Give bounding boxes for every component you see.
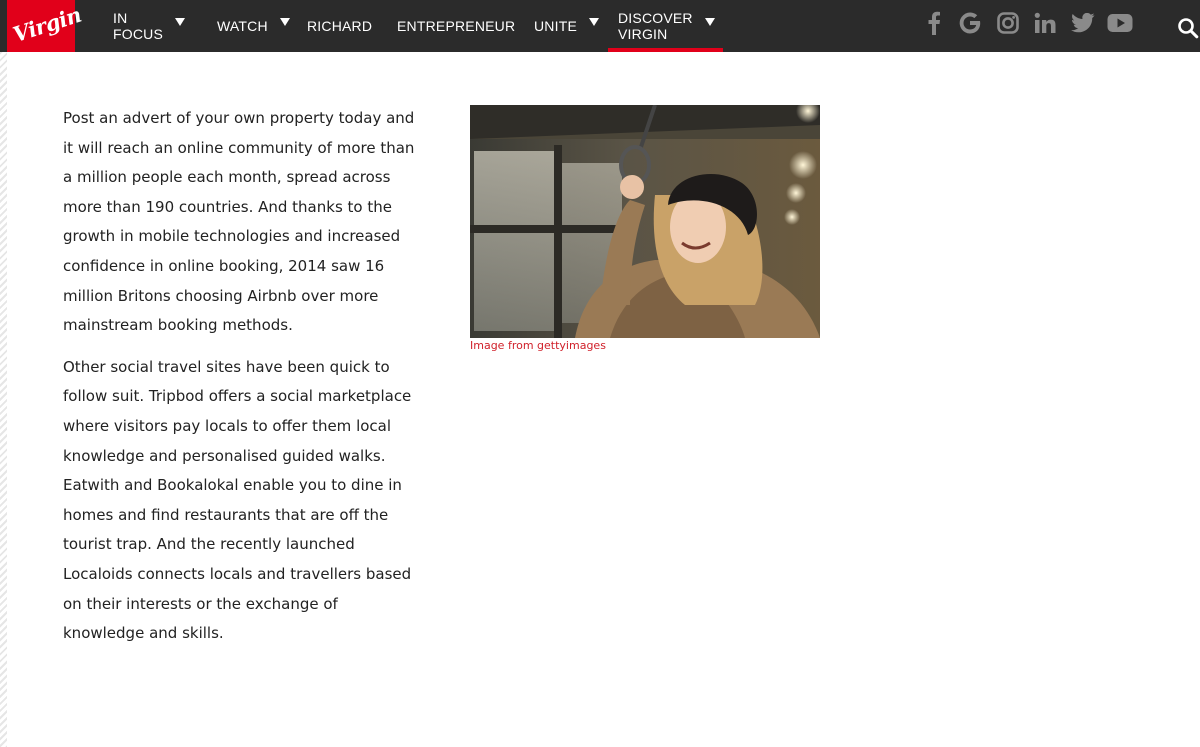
nav-item-watch[interactable]: WATCH bbox=[217, 0, 290, 52]
search-icon[interactable] bbox=[1177, 17, 1199, 39]
article-paragraph: Other social travel sites have been quic… bbox=[63, 357, 412, 643]
instagram-icon[interactable] bbox=[994, 9, 1022, 37]
chevron-down-icon bbox=[589, 18, 599, 26]
page-edge-pattern bbox=[0, 52, 7, 747]
nav-label: UNITE bbox=[534, 18, 577, 34]
youtube-icon[interactable] bbox=[1106, 9, 1134, 37]
chevron-down-icon bbox=[704, 18, 715, 26]
image-caption: Image from gettyimages bbox=[470, 339, 606, 352]
linkedin-icon[interactable] bbox=[1031, 9, 1059, 37]
nav-item-richard[interactable]: RICHARD bbox=[307, 0, 372, 52]
nav-label: DISCOVER VIRGIN bbox=[618, 10, 693, 42]
top-navigation-bar: Virgin IN FOCUS WATCH RICHARD ENTREPRENE… bbox=[0, 0, 1200, 52]
nav-label: WATCH bbox=[217, 18, 268, 34]
nav-item-unite[interactable]: UNITE bbox=[534, 0, 599, 52]
nav-item-entrepreneur[interactable]: ENTREPRENEUR bbox=[397, 0, 515, 52]
article-text: Post an advert of your own property toda… bbox=[63, 104, 415, 661]
chevron-down-icon bbox=[175, 18, 185, 26]
twitter-icon[interactable] bbox=[1069, 9, 1097, 37]
google-icon[interactable] bbox=[956, 9, 984, 37]
nav-label: IN FOCUS bbox=[113, 10, 163, 42]
nav-item-in-focus[interactable]: IN FOCUS bbox=[113, 0, 185, 52]
nav-item-discover-virgin[interactable]: DISCOVER VIRGIN bbox=[608, 0, 723, 52]
facebook-icon[interactable] bbox=[920, 9, 948, 37]
nav-label: ENTREPRENEUR bbox=[397, 18, 516, 34]
article-image bbox=[470, 105, 820, 338]
virgin-logo[interactable]: Virgin bbox=[7, 0, 84, 52]
active-nav-indicator bbox=[608, 48, 723, 52]
nav-label: RICHARD bbox=[307, 18, 373, 34]
article-paragraph: Post an advert of your own property toda… bbox=[63, 109, 415, 335]
chevron-down-icon bbox=[279, 18, 290, 26]
logo-text: Virgin bbox=[9, 1, 85, 48]
